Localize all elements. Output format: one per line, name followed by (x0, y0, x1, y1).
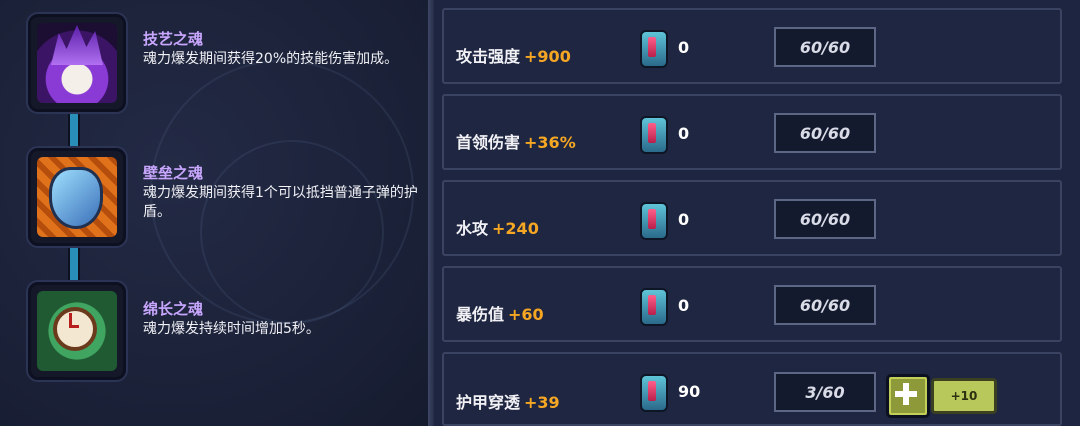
gem-count: 0 (678, 210, 690, 229)
stat-bonus: +39 (524, 393, 560, 412)
gem-core (648, 295, 656, 315)
soul-description: 魂力爆发持续时间增加5秒。 (143, 321, 320, 337)
stat-name: 首领伤害 (456, 133, 521, 152)
stat-label: 护甲穿透 +39 (456, 389, 560, 413)
add-ten-gems-button[interactable]: +10 (931, 378, 997, 414)
stat-name: 暴伤值 (456, 305, 505, 324)
gem-core (648, 37, 656, 57)
stat-progress: 60/60 (774, 285, 876, 325)
duration-soul-icon[interactable] (28, 282, 126, 380)
soul-name: 壁垒之魂 (143, 164, 204, 182)
stat-name: 护甲穿透 (456, 393, 521, 412)
skill-soul-icon[interactable] (28, 14, 126, 112)
gem-icon (640, 116, 668, 154)
shield-icon (49, 167, 103, 229)
stat-row-attack: 攻击强度 +900 0 60/60 (442, 8, 1062, 84)
bulwark-soul-icon[interactable] (28, 148, 126, 246)
stat-progress: 60/60 (774, 113, 876, 153)
gem-core (648, 209, 656, 229)
chain-connector (68, 246, 80, 282)
stat-row-crit-damage: 暴伤值 +60 0 60/60 (442, 266, 1062, 342)
stat-row-boss-damage: 首领伤害 +36% 0 60/60 (442, 94, 1062, 170)
stat-label: 首领伤害 +36% (456, 129, 576, 153)
gem-icon (640, 202, 668, 240)
gem-icon (640, 374, 668, 412)
gem-count: 0 (678, 124, 690, 143)
soul-description: 魂力爆发期间获得1个可以抵挡普通子弹的护盾。 (143, 185, 418, 220)
gem-core (648, 123, 656, 143)
soul-description: 魂力爆发期间获得20%的技能伤害加成。 (143, 51, 399, 67)
gem-count: 0 (678, 38, 690, 57)
soul-name: 技艺之魂 (143, 30, 204, 48)
gem-icon (640, 288, 668, 326)
stat-row-water-attack: 水攻 +240 0 60/60 (442, 180, 1062, 256)
stat-bonus: +900 (524, 47, 571, 66)
stat-label: 水攻 +240 (456, 215, 539, 239)
stat-label: 暴伤值 +60 (456, 301, 544, 325)
clock-hand (69, 325, 79, 328)
stat-name: 水攻 (456, 219, 489, 238)
stat-progress: 60/60 (774, 27, 876, 67)
stat-name: 攻击强度 (456, 47, 521, 66)
chain-connector (68, 112, 80, 148)
plus-icon (895, 391, 917, 397)
stat-bonus: +60 (508, 305, 544, 324)
stat-progress: 3/60 (774, 372, 876, 412)
stat-progress: 60/60 (774, 199, 876, 239)
stat-row-armor-pierce: 护甲穿透 +39 90 3/60 +10 (442, 352, 1062, 426)
gem-count: 0 (678, 296, 690, 315)
stat-label: 攻击强度 +900 (456, 43, 571, 67)
stat-bonus: +240 (492, 219, 539, 238)
stat-bonus: +36% (524, 133, 576, 152)
gem-icon (640, 30, 668, 68)
add-gem-button[interactable] (886, 374, 930, 418)
clock-icon (53, 307, 97, 351)
soul-name: 绵长之魂 (143, 300, 204, 318)
background-swirl (200, 140, 384, 324)
gem-count: 90 (678, 382, 701, 401)
gem-core (648, 381, 656, 401)
